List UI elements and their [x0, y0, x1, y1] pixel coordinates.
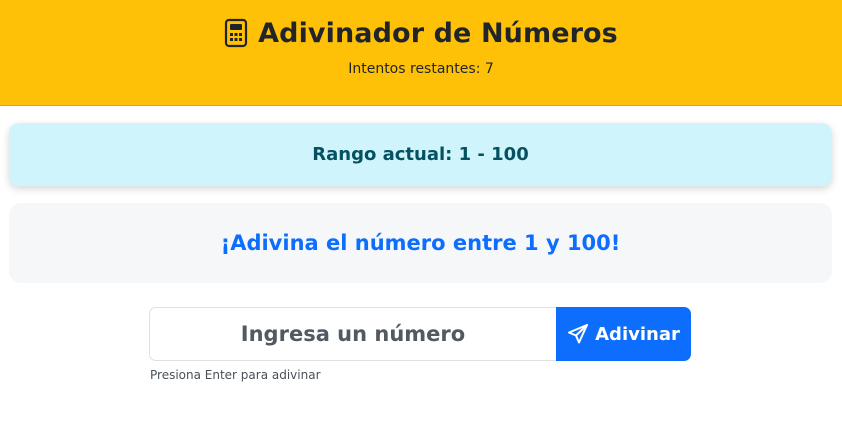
- guess-input[interactable]: [149, 307, 556, 361]
- page-title: Adivinador de Números: [258, 17, 618, 49]
- guess-input-group: Adivinar: [149, 307, 691, 361]
- guess-button-label: Adivinar: [595, 323, 680, 345]
- feedback-message: ¡Adivina el número entre 1 y 100!: [220, 231, 621, 255]
- current-range-card: Rango actual: 1 - 100: [9, 123, 832, 186]
- current-range-text: Rango actual: 1 - 100: [312, 144, 529, 165]
- enter-hint: Presiona Enter para adivinar: [150, 368, 321, 382]
- title-row: Adivinador de Números: [0, 14, 842, 52]
- attempts-remaining: Intentos restantes: 7: [348, 61, 494, 77]
- send-icon: [567, 323, 589, 345]
- app-header: Adivinador de Números Intentos restantes…: [0, 0, 842, 106]
- feedback-message-card: ¡Adivina el número entre 1 y 100!: [9, 203, 832, 283]
- guess-button[interactable]: Adivinar: [556, 307, 691, 361]
- calculator-icon: [224, 18, 248, 48]
